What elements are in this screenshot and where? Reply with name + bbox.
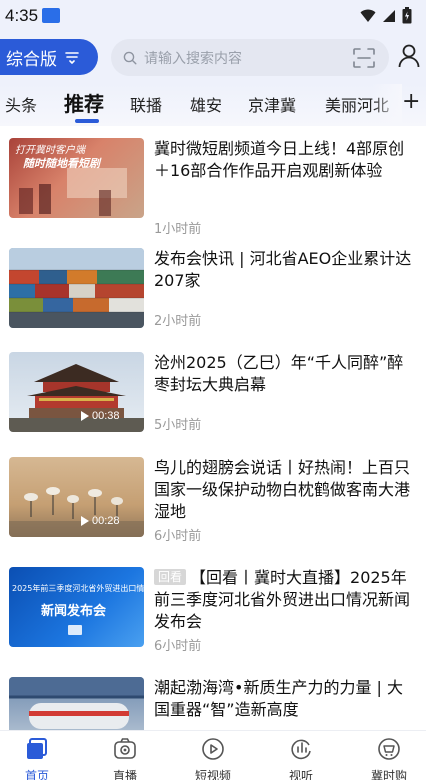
tabs-fade — [372, 84, 402, 126]
shop-icon — [378, 738, 400, 760]
nav-short-video[interactable]: 短视频 — [178, 737, 248, 780]
press-banner-line2: 新闻发布会 — [41, 604, 107, 619]
news-thumbnail: 00:28 — [9, 457, 144, 537]
news-thumbnail — [9, 677, 144, 730]
nav-audio-visual[interactable]: 视听 — [266, 737, 336, 780]
nav-label: 视听 — [288, 769, 313, 780]
short-video-icon — [202, 738, 224, 760]
battery-icon — [402, 7, 412, 24]
tab-recommended[interactable]: 推荐 — [64, 88, 104, 117]
drama-promo-line1: 打开冀时客户端 — [15, 145, 85, 156]
video-duration: 00:28 — [92, 515, 120, 527]
news-title: 潮起渤海湾•新质生产力的力量 | 大国重器“智”造新高度 — [154, 678, 404, 719]
shipping-containers-image — [9, 248, 144, 328]
news-title: 沧州2025（乙巳）年“千人同醉”醉枣封坛大典启幕 — [154, 353, 404, 394]
press-banner-line1: 2025年前三季度河北省外贸进出口情况 — [12, 584, 144, 593]
drama-promo-line2: 随时随地看短剧 — [23, 157, 100, 170]
top-header: 综合版 请输入搜索内容 — [0, 32, 426, 84]
home-icon — [27, 738, 47, 759]
add-channel-icon[interactable]: + — [402, 89, 420, 114]
nav-label: 首页 — [24, 769, 49, 780]
notification-app-icon — [42, 8, 60, 23]
news-time: 1小时前 — [154, 222, 202, 237]
nav-live[interactable]: 直播 — [90, 737, 160, 780]
edition-switch-button[interactable]: 综合版 — [0, 39, 98, 75]
news-feed: 打开冀时客户端 随时随地看短剧 冀时微短剧频道今日上线！4部原创＋16部合作作品… — [0, 126, 426, 730]
play-icon — [81, 411, 89, 421]
nav-shop[interactable]: 冀时购 — [354, 737, 424, 780]
news-title: 回看 【回看丨冀时大直播】2025年前三季度河北省外贸进出口情况新闻发布会 — [154, 567, 414, 633]
pavilion-image — [9, 364, 144, 432]
signal-icon — [383, 9, 395, 22]
edition-label: 综合版 — [6, 49, 57, 70]
tab-headlines[interactable]: 头条 — [5, 92, 37, 116]
play-icon — [81, 516, 89, 526]
status-icons — [360, 7, 412, 24]
nav-label: 短视频 — [194, 769, 231, 780]
news-thumbnail — [9, 248, 144, 328]
video-play-indicator: 00:38 — [81, 410, 120, 422]
wifi-icon — [360, 9, 376, 22]
nav-label: 直播 — [112, 769, 137, 780]
user-profile-icon[interactable] — [398, 44, 420, 68]
video-duration: 00:38 — [92, 410, 120, 422]
active-tab-indicator — [75, 119, 99, 123]
status-time: 4:35 — [5, 6, 39, 25]
news-thumbnail: 00:38 — [9, 352, 144, 432]
news-time: 6小时前 — [154, 529, 202, 544]
audio-visual-icon — [291, 739, 311, 760]
press-banner-logo — [68, 625, 82, 635]
status-bar: 4:35 — [0, 0, 426, 32]
search-icon — [123, 51, 137, 64]
filter-menu-icon — [65, 52, 79, 64]
live-icon — [114, 738, 136, 759]
news-thumbnail: 打开冀时客户端 随时随地看短剧 — [9, 138, 144, 218]
search-bar[interactable]: 请输入搜索内容 — [111, 39, 389, 76]
news-title: 冀时微短剧频道今日上线！4部原创＋16部合作作品开启观剧新体验 — [154, 139, 405, 180]
scan-icon[interactable] — [353, 48, 375, 68]
channel-tabs: 头条 推荐 联播 雄安 京津冀 美丽河北 + — [0, 84, 426, 126]
news-thumbnail: 2025年前三季度河北省外贸进出口情况 新闻发布会 — [9, 567, 144, 647]
news-title-text: 【回看丨冀时大直播】2025年前三季度河北省外贸进出口情况新闻发布会 — [154, 568, 411, 631]
tab-lianbo[interactable]: 联播 — [130, 92, 162, 116]
search-placeholder: 请输入搜索内容 — [144, 50, 242, 67]
cranes-wetland-image — [9, 487, 144, 537]
news-time: 5小时前 — [154, 418, 202, 433]
bottom-navigation: 首页 直播 短视频 视听 冀时购 — [0, 730, 426, 780]
tab-xiongan[interactable]: 雄安 — [190, 92, 222, 116]
tab-jingjinji[interactable]: 京津冀 — [248, 92, 296, 116]
nav-home[interactable]: 首页 — [2, 737, 72, 780]
nav-label: 冀时购 — [370, 769, 407, 780]
industrial-equipment-image — [9, 677, 144, 729]
news-time: 6小时前 — [154, 639, 202, 654]
news-title: 鸟儿的翅膀会说话丨好热闹！上百只国家一级保护动物白枕鹤做客南大港湿地 — [154, 458, 411, 521]
news-title: 发布会快讯 | 河北省AEO企业累计达207家 — [154, 249, 412, 290]
news-time: 2小时前 — [154, 314, 202, 329]
replay-badge: 回看 — [154, 569, 187, 585]
video-play-indicator: 00:28 — [81, 515, 120, 527]
